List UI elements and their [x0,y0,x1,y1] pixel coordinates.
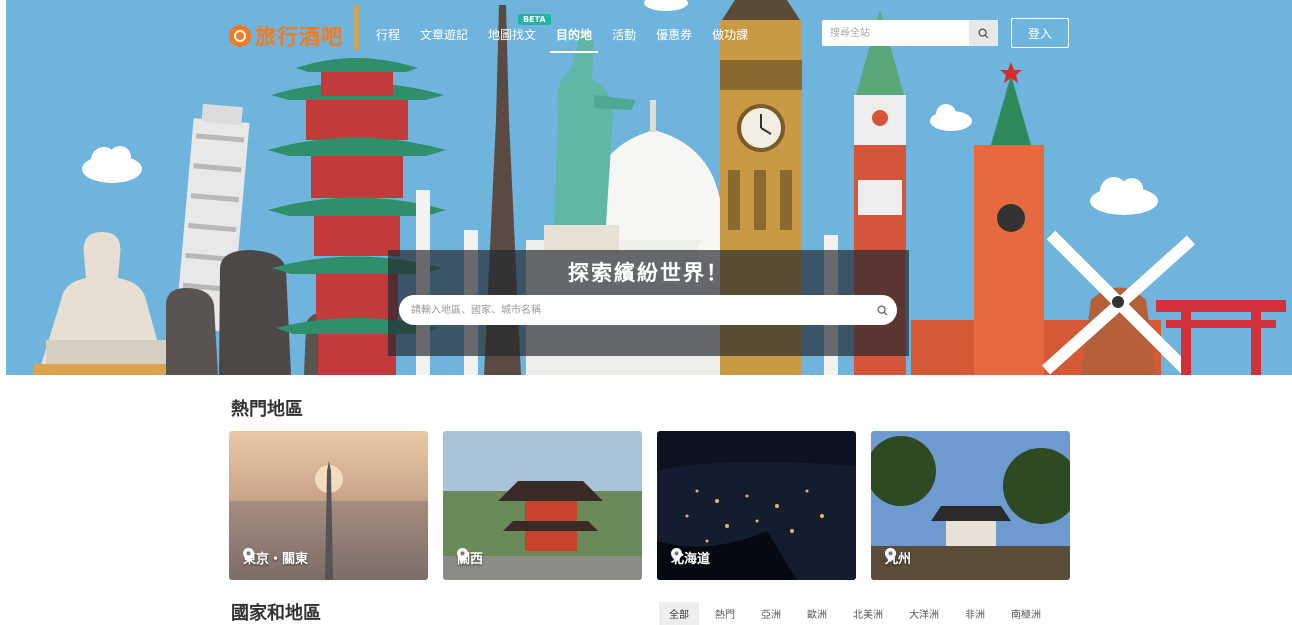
nav-label: 行程 [376,28,401,42]
filter-all[interactable]: 全部 [659,602,699,625]
map-pin-icon [243,548,254,562]
filter-africa[interactable]: 非洲 [955,602,995,625]
site-search-button[interactable] [969,20,998,46]
site-search-input[interactable] [822,20,970,46]
nav-label: 優惠券 [656,28,693,42]
nav-item-homework[interactable]: 做功課 [712,26,748,53]
region-card-kyushu[interactable]: 九州 [871,431,1070,580]
region-caption: 北海道 [671,548,710,567]
region-caption: 關西 [457,548,483,567]
filter-oceania[interactable]: 大洋洲 [899,602,949,625]
destination-search-input[interactable] [399,303,867,317]
beta-badge: BETA [518,14,551,25]
site-logo[interactable]: 旅行酒吧 [229,21,343,51]
destination-search-button[interactable] [867,304,897,316]
map-pin-icon [885,548,896,562]
logo-text: 旅行酒吧 [255,25,343,49]
site-search [822,20,998,46]
nav-label: 文章遊記 [420,28,469,42]
map-pin-icon [457,548,468,562]
login-button[interactable]: 登入 [1011,18,1069,48]
filter-popular[interactable]: 熱門 [705,602,745,625]
nav-label: 活動 [612,28,637,42]
filter-europe[interactable]: 歐洲 [797,602,837,625]
region-caption: 東京・關東 [243,548,308,567]
nav-label: 目的地 [556,28,593,42]
continent-filter: 全部 熱門 亞洲 歐洲 北美洲 大洋洲 非洲 南極洲 [659,602,1057,625]
popular-regions-title: 熱門地區 [231,399,303,420]
search-icon [876,304,888,316]
nav-item-itinerary[interactable]: 行程 [376,26,400,53]
logo-icon [229,25,251,47]
popular-regions-cards: 東京・關東 關西 北海道 九州 [229,431,1070,580]
nav-item-articles[interactable]: 文章遊記 [420,26,468,53]
region-card-tokyo[interactable]: 東京・關東 [229,431,428,580]
region-card-hokkaido[interactable]: 北海道 [657,431,856,580]
nav-item-activities[interactable]: 活動 [612,26,636,53]
map-pin-icon [671,548,682,562]
region-card-kansai[interactable]: 關西 [443,431,642,580]
nav-label: 地圖找文 [488,28,537,42]
filter-asia[interactable]: 亞洲 [751,602,791,625]
nav-item-destinations[interactable]: 目的地 [550,26,599,53]
nav-label: 做功課 [712,28,749,42]
filter-antarctica[interactable]: 南極洲 [1001,602,1051,625]
nav-item-coupons[interactable]: 優惠券 [656,26,692,53]
region-caption: 九州 [885,548,911,567]
countries-title: 國家和地區 [231,603,321,624]
hero-title: 探索繽紛世界！ [568,261,729,285]
main-nav: 行程 文章遊記 BETA 地圖找文 目的地 活動 優惠券 做功課 [376,14,768,53]
destination-search [399,295,897,325]
nav-item-map-search[interactable]: BETA 地圖找文 [488,14,551,53]
search-icon [978,27,989,39]
hero-banner: 旅行酒吧 行程 文章遊記 BETA 地圖找文 目的地 活動 優惠券 做功課 登入… [6,0,1292,375]
explore-panel: 探索繽紛世界！ [388,250,909,356]
filter-north-america[interactable]: 北美洲 [843,602,893,625]
